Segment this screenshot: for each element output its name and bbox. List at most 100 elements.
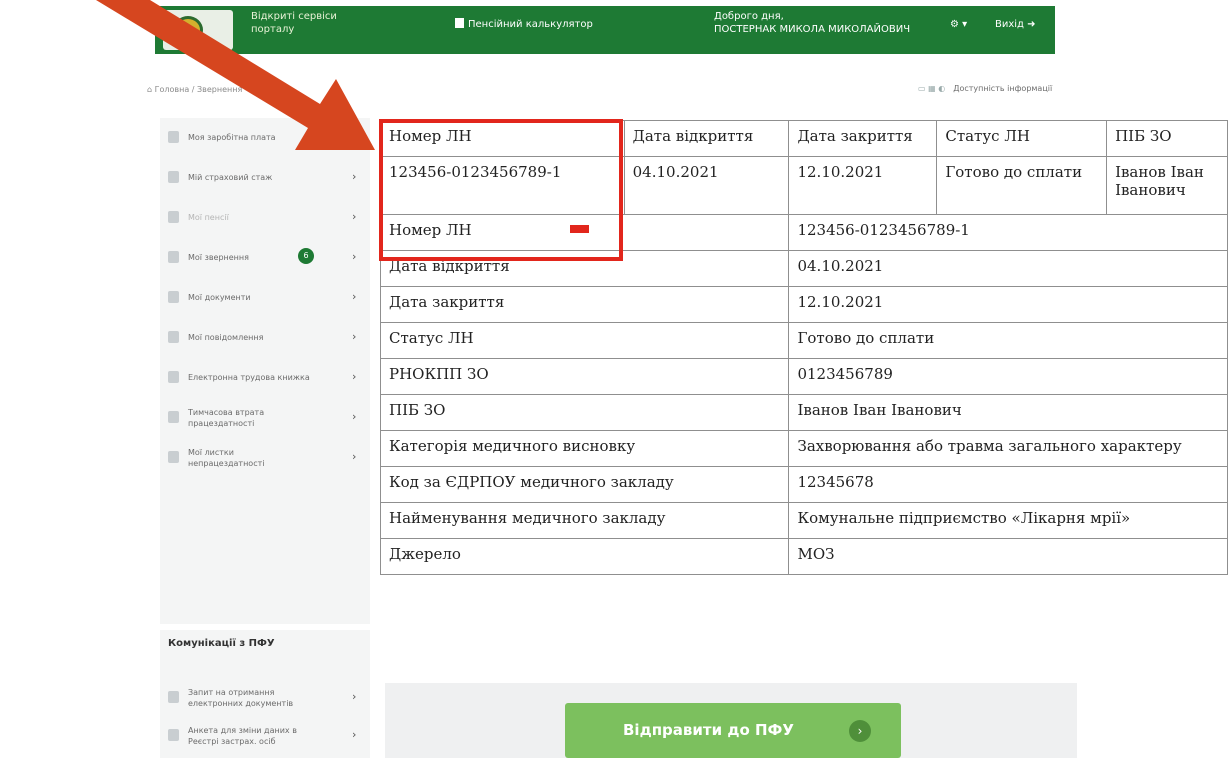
table-cell: Готово до сплати [936, 156, 1108, 215]
detail-row: Джерело МОЗ [379, 538, 1228, 575]
chevron-right-icon: › [352, 410, 357, 423]
sidebar-item-label: Моя заробітна плата [188, 133, 276, 142]
sidebar-item-label: Тимчасова втрата працездатності [188, 408, 265, 428]
book-icon [168, 371, 179, 383]
sidebar-item-label: Мої документи [188, 293, 251, 302]
chevron-right-icon: › [352, 370, 357, 383]
chevron-right-icon: › [352, 170, 357, 183]
chevron-right-icon: › [352, 210, 357, 223]
sidebar-item-work-book[interactable]: Електронна трудова книжка › [160, 358, 370, 398]
pension-calculator-link[interactable]: Пенсійний калькулятор [455, 18, 593, 31]
header-cell: Статус ЛН [936, 120, 1108, 157]
arrow-right-circle-icon: › [849, 720, 871, 742]
detail-row: ПІБ ЗО Іванов Іван Іванович [379, 394, 1228, 431]
header-cell: Дата відкриття [623, 120, 790, 157]
detail-row: Дата закриття 12.10.2021 [379, 286, 1228, 323]
chevron-right-icon: › [352, 130, 357, 143]
accessibility-controls[interactable]: ▭ ▦ ◐ Доступність інформації [918, 84, 1052, 93]
send-to-pfu-button[interactable]: Відправити до ПФУ › [565, 703, 901, 758]
sidebar-item-documents[interactable]: Мої документи › [160, 278, 370, 318]
sidebar-item-sick-leaves[interactable]: Мої листки непрацездатності › [160, 438, 370, 478]
highlight-box [379, 119, 623, 261]
detail-label: Категорія медичного висновку [379, 430, 790, 467]
accessibility-label: Доступність інформації [953, 84, 1053, 93]
sidebar-item-label: Мої повідомлення [188, 333, 264, 342]
document-icon [168, 729, 179, 741]
calculator-icon [455, 18, 464, 28]
sidebar-item-label: Анкета для зміни даних в Реєстрі застрах… [188, 726, 297, 746]
detail-value: 12345678 [788, 466, 1228, 503]
document-icon [168, 211, 179, 223]
detail-label: Код за ЄДРПОУ медичного закладу [379, 466, 790, 503]
detail-value: МОЗ [788, 538, 1228, 575]
detail-row: Найменування медичного закладу Комунальн… [379, 502, 1228, 539]
sidebar-item-label: Мої пенсії [188, 213, 229, 222]
section-title-communications: Комунікації з ПФУ [168, 638, 275, 649]
document-icon [168, 451, 179, 463]
detail-label: Дата закриття [379, 286, 790, 323]
detail-label: Статус ЛН [379, 322, 790, 359]
detail-value: 123456-0123456789-1 [788, 214, 1228, 251]
detail-value: Іванов Іван Іванович [788, 394, 1228, 431]
document-icon [168, 691, 179, 703]
detail-row: РНОКПП ЗО 0123456789 [379, 358, 1228, 395]
sidebar-item-insurance-record[interactable]: Мій страховий стаж › [160, 158, 370, 198]
detail-value: Комунальне підприємство «Лікарня мрії» [788, 502, 1228, 539]
detail-label: ПІБ ЗО [379, 394, 790, 431]
detail-value: Готово до сплати [788, 322, 1228, 359]
wallet-icon [168, 131, 179, 143]
header-cell: ПІБ ЗО [1106, 120, 1228, 157]
table-cell: 04.10.2021 [623, 156, 790, 215]
sidebar-item-registry-change-form[interactable]: Анкета для зміни даних в Реєстрі застрах… [160, 716, 370, 756]
user-name: ПОСТЕРНАК МИКОЛА МИКОЛАЙОВИЧ [714, 24, 911, 35]
message-icon [168, 251, 179, 263]
document-icon [168, 411, 179, 423]
send-button-label: Відправити до ПФУ [623, 721, 794, 739]
sidebar-item-electronic-documents-request[interactable]: Запит на отримання електронних документі… [160, 678, 370, 718]
detail-value: 04.10.2021 [788, 250, 1228, 287]
chevron-right-icon: › [352, 728, 357, 741]
chevron-right-icon: › [352, 450, 357, 463]
envelope-icon [168, 331, 179, 343]
chevron-right-icon: › [352, 250, 357, 263]
breadcrumb[interactable]: ⌂ Головна / Звернення [147, 85, 242, 94]
text-cursor-marker [570, 225, 589, 233]
chevron-right-icon: › [352, 290, 357, 303]
greeting-text: Доброго дня, [714, 11, 784, 22]
table-cell: 12.10.2021 [788, 156, 938, 215]
sidebar-item-label: Мій страховий стаж [188, 173, 273, 182]
sidebar-item-label: Запит на отримання електронних документі… [188, 688, 294, 708]
detail-label: Джерело [379, 538, 790, 575]
sidebar-item-temporary-disability[interactable]: Тимчасова втрата працездатності › [160, 398, 370, 438]
sidebar-item-pensions[interactable]: Мої пенсії › [160, 198, 370, 238]
sidebar-item-messages[interactable]: Мої повідомлення › [160, 318, 370, 358]
sidebar-item-salary[interactable]: Моя заробітна плата › [160, 118, 370, 158]
folder-icon [168, 291, 179, 303]
sidebar-item-label: Мої листки непрацездатності [188, 448, 265, 468]
chevron-right-icon: › [352, 330, 357, 343]
settings-menu[interactable]: ⚙ ▾ [950, 18, 967, 31]
chevron-right-icon: › [352, 690, 357, 703]
detail-value: Захворювання або травма загального харак… [788, 430, 1228, 467]
detail-label: РНОКПП ЗО [379, 358, 790, 395]
sidebar-item-requests[interactable]: Мої звернення 6 › [160, 238, 370, 278]
detail-label: Найменування медичного закладу [379, 502, 790, 539]
detail-value: 12.10.2021 [788, 286, 1228, 323]
user-greeting: Доброго дня, ПОСТЕРНАК МИКОЛА МИКОЛАЙОВИ… [714, 10, 910, 36]
logout-link[interactable]: Вихід ➜ [995, 18, 1036, 31]
table-cell: Іванов Іван Іванович [1106, 156, 1228, 215]
open-services-link[interactable]: Відкриті сервіси порталу [251, 10, 346, 36]
calendar-icon [168, 171, 179, 183]
requests-count-badge: 6 [298, 248, 314, 264]
accessibility-icons[interactable]: ▭ ▦ ◐ [918, 84, 945, 93]
section-divider [160, 624, 370, 630]
detail-row: Категорія медичного висновку Захворюванн… [379, 430, 1228, 467]
detail-value: 0123456789 [788, 358, 1228, 395]
header-cell: Дата закриття [788, 120, 938, 157]
detail-row: Код за ЄДРПОУ медичного закладу 12345678 [379, 466, 1228, 503]
sidebar: Моя заробітна плата › Мій страховий стаж… [160, 118, 370, 758]
pfu-logo[interactable] [163, 10, 233, 50]
coat-of-arms-icon [173, 16, 203, 44]
sidebar-item-label: Електронна трудова книжка [188, 373, 310, 382]
pension-calculator-label: Пенсійний калькулятор [468, 19, 593, 30]
